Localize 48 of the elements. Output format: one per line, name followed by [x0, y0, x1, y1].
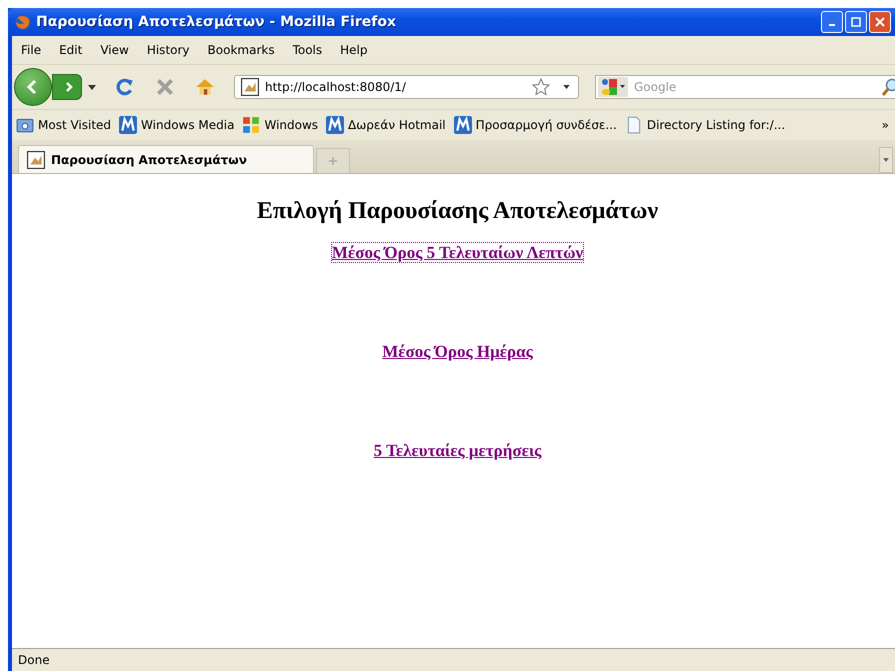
- browser-tab[interactable]: Παρουσίαση Αποτελεσμάτων: [18, 145, 314, 173]
- star-icon[interactable]: [531, 77, 551, 97]
- folder-icon: [16, 116, 34, 134]
- address-field[interactable]: http://localhost:8080/1/: [234, 75, 579, 99]
- m-logo-icon: [119, 116, 138, 134]
- minimize-icon: [829, 24, 835, 26]
- bookmark-item[interactable]: Directory Listing for:/...: [624, 116, 786, 134]
- tab-list-button[interactable]: [879, 147, 893, 173]
- m-logo-icon: [326, 116, 344, 134]
- caret-icon: [883, 158, 889, 162]
- windows-flag-icon: [242, 116, 260, 134]
- bookmark-item[interactable]: Προσαρμογή συνδέσε...: [454, 116, 617, 134]
- page-link[interactable]: Μέσος Όρος Ημέρας: [382, 342, 533, 361]
- search-engine-icon[interactable]: [598, 77, 628, 97]
- status-text: Done: [18, 653, 50, 667]
- bookmark-item[interactable]: Δωρεάν Hotmail: [326, 116, 446, 134]
- page-heading: Επιλογή Παρουσίασης Αποτελεσμάτων: [256, 198, 660, 225]
- search-icon[interactable]: [880, 77, 895, 97]
- menu-item[interactable]: Bookmarks: [198, 43, 284, 57]
- site-icon: [241, 78, 259, 96]
- maximize-button[interactable]: [845, 11, 867, 33]
- dropdown-icon[interactable]: [88, 84, 96, 90]
- window-title: Παρουσίαση Αποτελεσμάτων - Mozilla Firefox: [36, 14, 397, 30]
- menu-item[interactable]: File: [12, 43, 50, 57]
- url-text: http://localhost:8080/1/: [265, 80, 407, 94]
- back-button[interactable]: [14, 68, 52, 106]
- close-button[interactable]: [869, 11, 891, 33]
- page-link[interactable]: Μέσος Όρος 5 Τελευταίων Λεπτών: [332, 243, 584, 262]
- bookmark-item[interactable]: Windows Media: [119, 116, 234, 134]
- menu-item[interactable]: Edit: [50, 43, 92, 57]
- more-bookmarks-button[interactable]: »: [882, 118, 889, 132]
- forward-button[interactable]: [52, 74, 82, 100]
- bookmark-item[interactable]: Most Visited: [16, 116, 112, 134]
- menu-item[interactable]: History: [138, 43, 199, 57]
- menu-item[interactable]: View: [91, 43, 138, 57]
- plus-icon: [328, 156, 338, 166]
- menu-item[interactable]: Tools: [284, 43, 332, 57]
- menu-item[interactable]: Help: [331, 43, 376, 57]
- search-placeholder: Google: [634, 80, 678, 94]
- firefox-logo-icon: [14, 13, 32, 31]
- page-link[interactable]: 5 Τελευταίες μετρήσεις: [374, 441, 542, 460]
- dropdown-icon[interactable]: [563, 85, 570, 89]
- site-icon: [27, 150, 45, 168]
- bookmark-item[interactable]: Windows: [242, 116, 318, 134]
- maximize-icon: [851, 17, 861, 27]
- minimize-button[interactable]: [821, 11, 843, 33]
- close-icon: [875, 17, 885, 27]
- m-logo-icon: [454, 116, 472, 134]
